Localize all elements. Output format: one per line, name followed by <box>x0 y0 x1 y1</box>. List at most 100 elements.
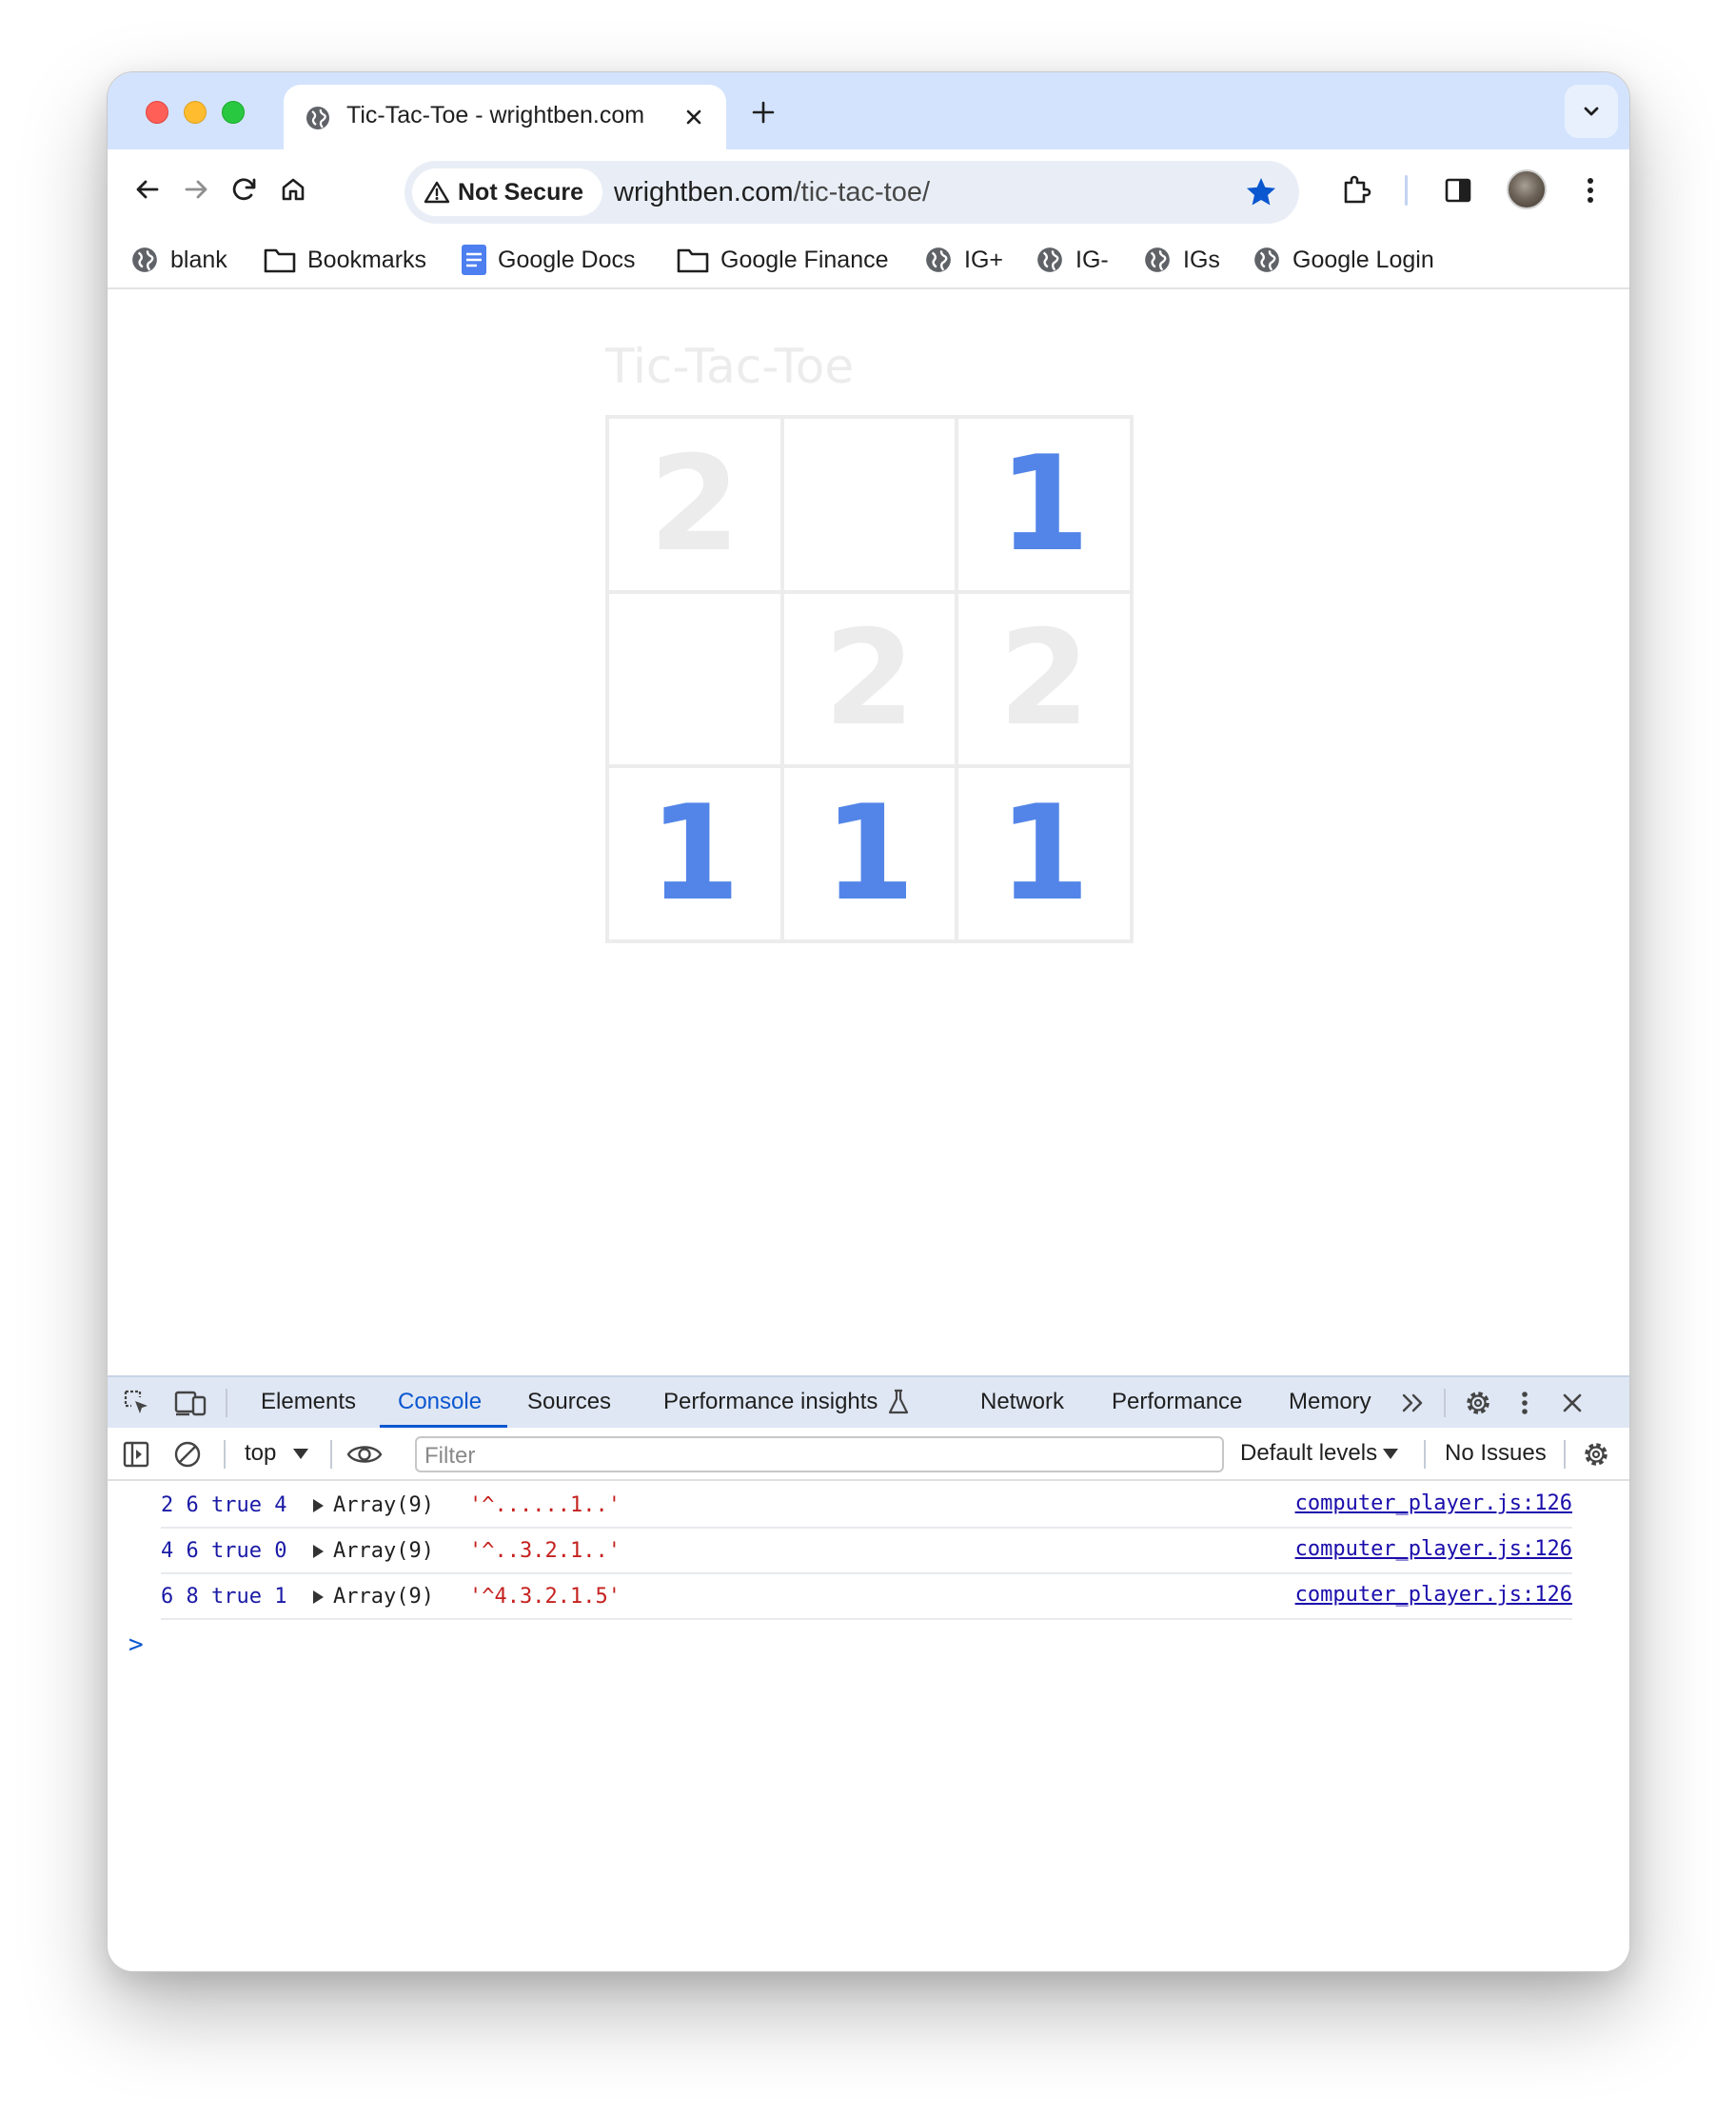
docs-icon <box>462 245 486 275</box>
globe-icon <box>1254 247 1279 272</box>
log-args: 4 6 true 0 <box>161 1539 287 1563</box>
board-cell[interactable]: 1 <box>957 417 1132 592</box>
tab-sources[interactable]: Sources <box>527 1389 611 1415</box>
close-tab-icon[interactable] <box>681 104 707 130</box>
maximize-window-button[interactable] <box>222 101 245 124</box>
globe-icon <box>926 247 951 272</box>
minimize-window-button[interactable] <box>184 101 207 124</box>
tab-active[interactable]: Tic-Tac-Toe - wrightben.com <box>284 85 726 149</box>
home-icon[interactable] <box>274 170 312 208</box>
bookmark-ig-plus[interactable]: IG+ <box>924 230 1003 289</box>
bookmark-folder-bookmarks[interactable]: Bookmarks <box>264 230 426 289</box>
address-bar[interactable]: Not Secure wrightben.com/tic-tac-toe/ <box>404 161 1299 224</box>
expand-triangle-icon <box>313 1499 324 1512</box>
bookmark-ig-minus[interactable]: IG- <box>1036 230 1109 289</box>
devtools-menu-icon[interactable] <box>1519 1389 1530 1417</box>
bookmark-igs[interactable]: IGs <box>1143 230 1220 289</box>
devtools-panel: Elements Console Sources Performance ins… <box>108 1375 1629 1971</box>
caret-down-icon <box>1383 1449 1399 1460</box>
board-cell[interactable] <box>607 591 782 767</box>
array-expander[interactable]: Array(9) <box>313 1493 434 1517</box>
bookmarks-bar: blank Bookmarks Google Docs Google Finan… <box>108 230 1629 289</box>
avatar[interactable] <box>1507 169 1547 209</box>
page-title: Tic-Tac-Toe <box>605 339 855 394</box>
issues-button[interactable]: No Issues <box>1445 1440 1547 1467</box>
console-settings-icon[interactable] <box>1581 1439 1611 1470</box>
reload-icon[interactable] <box>226 170 264 208</box>
tab-console[interactable]: Console <box>398 1389 482 1415</box>
tab-title: Tic-Tac-Toe - wrightben.com <box>346 102 645 128</box>
board-cell[interactable] <box>781 417 957 592</box>
array-label: Array(9) <box>333 1539 434 1563</box>
board-cell[interactable]: 2 <box>607 417 782 592</box>
tab-elements[interactable]: Elements <box>261 1389 356 1415</box>
close-window-button[interactable] <box>146 101 168 124</box>
url-host: wrightben.com <box>614 177 794 207</box>
log-source-link[interactable]: computer_player.js:126 <box>1295 1537 1572 1561</box>
console-prompt[interactable]: > <box>128 1630 144 1659</box>
board-cell[interactable]: 1 <box>607 766 782 941</box>
tab-performance[interactable]: Performance <box>1112 1389 1242 1415</box>
globe-icon <box>1037 247 1062 272</box>
sidebar-toggle-icon[interactable] <box>121 1439 151 1470</box>
page-content: Tic-Tac-Toe 2 1 2 2 1 1 1 <box>108 289 1629 1449</box>
console-log-row: 6 8 true 1 Array(9) '^4.3.2.1.5' compute… <box>161 1574 1572 1620</box>
inspect-element-icon[interactable] <box>123 1389 151 1417</box>
back-icon[interactable] <box>128 170 167 208</box>
console-output: 2 6 true 4 Array(9) '^......1..' compute… <box>108 1483 1629 1659</box>
board-cell[interactable]: 2 <box>957 591 1132 767</box>
warning-icon <box>424 181 450 204</box>
log-source-link[interactable]: computer_player.js:126 <box>1295 1583 1572 1607</box>
device-toolbar-icon[interactable] <box>174 1389 207 1417</box>
eye-icon[interactable] <box>345 1437 384 1471</box>
tab-performance-insights[interactable]: Performance insights <box>663 1389 878 1415</box>
globe-icon <box>305 105 331 136</box>
filter-input[interactable]: Filter <box>415 1436 1224 1472</box>
tab-memory[interactable]: Memory <box>1289 1389 1371 1415</box>
array-label: Array(9) <box>333 1493 434 1517</box>
log-string: '^..3.2.1..' <box>469 1539 621 1563</box>
toolbar: Not Secure wrightben.com/tic-tac-toe/ <box>108 149 1629 230</box>
log-levels-dropdown[interactable]: Default levels <box>1240 1440 1399 1467</box>
log-source-link[interactable]: computer_player.js:126 <box>1295 1491 1572 1515</box>
forward-icon[interactable] <box>177 170 215 208</box>
close-devtools-icon[interactable] <box>1558 1389 1587 1417</box>
log-levels-label: Default levels <box>1240 1440 1378 1466</box>
toolbar-separator <box>1564 1440 1566 1469</box>
toolbar-separator <box>1424 1440 1426 1469</box>
new-tab-icon[interactable] <box>747 96 779 128</box>
board-cell[interactable]: 1 <box>957 766 1132 941</box>
array-expander[interactable]: Array(9) <box>313 1585 434 1609</box>
side-panel-icon[interactable] <box>1438 170 1478 210</box>
context-selector[interactable]: top <box>245 1440 309 1467</box>
array-expander[interactable]: Array(9) <box>313 1539 434 1563</box>
tab-network[interactable]: Network <box>980 1389 1064 1415</box>
gear-icon[interactable] <box>1463 1388 1493 1418</box>
clear-console-icon[interactable] <box>172 1439 203 1470</box>
bookmark-folder-google-finance[interactable]: Google Finance <box>677 230 889 289</box>
bookmark-label: Google Login <box>1292 246 1434 273</box>
browser-window: Tic-Tac-Toe - wrightben.com Not Secure w… <box>107 71 1630 1972</box>
more-tabs-icon[interactable] <box>1399 1389 1428 1417</box>
expand-triangle-icon <box>313 1590 324 1604</box>
security-chip[interactable]: Not Secure <box>412 168 602 216</box>
bookmark-google-docs[interactable]: Google Docs <box>462 230 636 289</box>
log-string: '^......1..' <box>469 1493 621 1517</box>
bookmark-google-login[interactable]: Google Login <box>1253 230 1434 289</box>
tab-strip: Tic-Tac-Toe - wrightben.com <box>108 72 1629 149</box>
tab-search-button[interactable] <box>1565 85 1618 138</box>
bookmark-label: Google Docs <box>498 246 636 273</box>
menu-icon[interactable] <box>1570 170 1610 210</box>
toolbar-separator <box>1405 175 1408 206</box>
bookmark-blank[interactable]: blank <box>130 230 227 289</box>
board-cell[interactable]: 1 <box>781 766 957 941</box>
url-text[interactable]: wrightben.com/tic-tac-toe/ <box>614 177 930 208</box>
expand-triangle-icon <box>313 1545 324 1558</box>
log-string: '^4.3.2.1.5' <box>469 1585 621 1609</box>
bookmark-star-icon[interactable] <box>1244 175 1278 214</box>
extensions-icon[interactable] <box>1335 170 1375 210</box>
board-cell[interactable]: 2 <box>781 591 957 767</box>
array-label: Array(9) <box>333 1585 434 1609</box>
log-args: 6 8 true 1 <box>161 1585 287 1609</box>
bookmark-label: IG+ <box>964 246 1003 273</box>
